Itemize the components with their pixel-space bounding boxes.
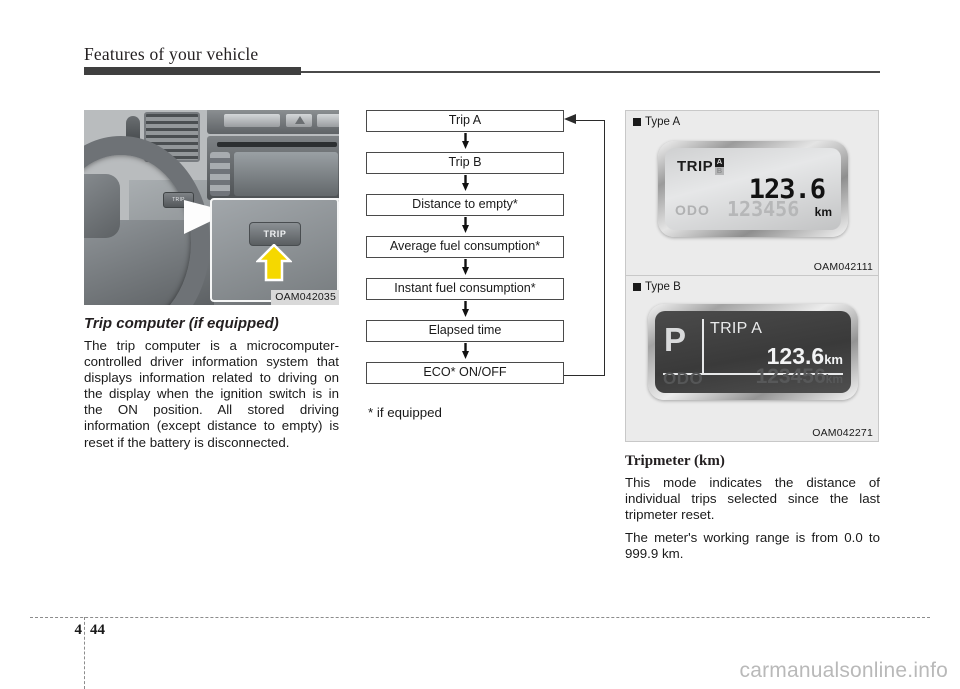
type-a-panel: Type A TRIP A B 123.6 ODO 123456 km OAM042…	[625, 110, 879, 276]
page-title: Features of your vehicle	[84, 44, 259, 64]
type-b-odo-unit: km	[825, 372, 843, 386]
flow-step-instant-fuel-consumption: Instant fuel consumption*	[366, 278, 564, 300]
trip-button-closeup: TRIP	[249, 222, 301, 246]
type-a-caption: OAM042111	[813, 261, 873, 273]
type-b-odo-label: ODO	[663, 369, 704, 388]
type-b-panel: Type B P TRIP A 123.6km ODO 123456km OAM…	[625, 276, 879, 442]
trip-button-large-label: TRIP	[263, 229, 287, 239]
type-b-label: Type B	[626, 276, 878, 294]
type-a-ab-indicator: AB	[715, 157, 725, 175]
chapter-number: 4	[74, 622, 83, 638]
trip-computer-flowchart: Trip A Trip B Distance to empty* Average…	[366, 110, 606, 420]
flowchart-footnote: * if equipped	[368, 405, 442, 420]
flow-arrow-icon	[462, 175, 469, 191]
flow-step-distance-to-empty: Distance to empty*	[366, 194, 564, 216]
tripmeter-heading: Tripmeter (km)	[625, 453, 725, 469]
press-arrow-icon	[256, 244, 292, 282]
flow-arrow-icon	[462, 343, 469, 359]
type-a-cluster-bezel: TRIP A B 123.6 ODO 123456 km	[658, 141, 848, 237]
flow-arrow-icon	[462, 259, 469, 275]
bullet-square-icon	[633, 118, 641, 126]
flow-arrow-icon	[462, 133, 469, 149]
footer-divider	[30, 617, 930, 618]
type-b-label-text: Type B	[645, 281, 681, 293]
type-b-odo-number: 123456	[755, 365, 826, 388]
flow-step-average-fuel-consumption: Average fuel consumption*	[366, 236, 564, 258]
flow-step-trip-a: Trip A	[366, 110, 564, 132]
type-a-odo-label: ODO	[675, 202, 710, 218]
type-b-trip-label: TRIP A	[710, 320, 763, 337]
type-a-trip-label: TRIP A B	[677, 157, 725, 175]
header-rule	[84, 66, 880, 75]
trip-computer-paragraph: The trip computer is a microcomputer-con…	[84, 338, 339, 450]
flow-arrow-icon	[462, 217, 469, 233]
flow-loop-bottom-segment	[564, 375, 605, 377]
page-number: 44	[90, 622, 105, 638]
bullet-square-icon	[633, 283, 641, 291]
dashboard-photo: TRIP TRIP OAM042035	[84, 110, 339, 305]
hazard-triangle-icon	[295, 116, 305, 124]
dash-button-strip-left	[224, 114, 280, 127]
dash-button-strip-right	[317, 114, 339, 127]
flow-loop-arrowhead-icon	[564, 114, 576, 124]
type-b-cluster-bezel: P TRIP A 123.6km ODO 123456km	[648, 304, 858, 400]
footer-vertical-divider	[84, 617, 85, 689]
type-a-lcd-screen: TRIP A B 123.6 ODO 123456 km	[665, 148, 841, 230]
flow-step-trip-b: Trip B	[366, 152, 564, 174]
steering-wheel-hub	[84, 174, 120, 238]
header-rule-thick	[84, 67, 301, 75]
flow-step-elapsed-time: Elapsed time	[366, 320, 564, 342]
flow-arrow-icon	[462, 301, 469, 317]
type-a-indicator-b: B	[715, 165, 725, 175]
type-b-divider	[702, 319, 704, 373]
tripmeter-paragraph-1: This mode indicates the distance of indi…	[625, 475, 880, 523]
type-a-trip-text: TRIP	[677, 158, 714, 175]
middle-column: Trip A Trip B Distance to empty* Average…	[366, 110, 606, 420]
type-b-caption: OAM042271	[812, 427, 873, 439]
type-b-odo-value: 123456km	[756, 365, 843, 389]
type-a-label-text: Type A	[645, 116, 681, 128]
trip-computer-heading: Trip computer (if equipped)	[84, 315, 279, 332]
head-unit-side-keys	[210, 152, 230, 196]
site-watermark: carmanualsonline.info	[739, 659, 948, 682]
head-unit-screen	[234, 152, 338, 196]
flow-loop-vertical-segment	[604, 120, 606, 376]
flow-loop-top-segment	[574, 120, 605, 122]
type-b-gear-indicator: P	[664, 321, 687, 358]
type-b-lcd-screen: P TRIP A 123.6km ODO 123456km	[655, 311, 851, 393]
right-column: Type A TRIP A B 123.6 ODO 123456 km OAM042…	[625, 110, 880, 569]
page-header: Features of your vehicle	[84, 44, 880, 75]
flow-step-eco-on-off: ECO* ON/OFF	[366, 362, 564, 384]
left-column: TRIP TRIP OAM042035 Trip computer (if eq…	[84, 110, 339, 458]
cd-slot	[217, 142, 337, 147]
type-a-label: Type A	[626, 111, 878, 129]
figure-caption: OAM042035	[271, 290, 339, 305]
type-a-odo-value: 123456	[727, 197, 800, 221]
tripmeter-paragraph-2: The meter's working range is from 0.0 to…	[625, 530, 880, 562]
type-a-unit: km	[814, 205, 832, 219]
